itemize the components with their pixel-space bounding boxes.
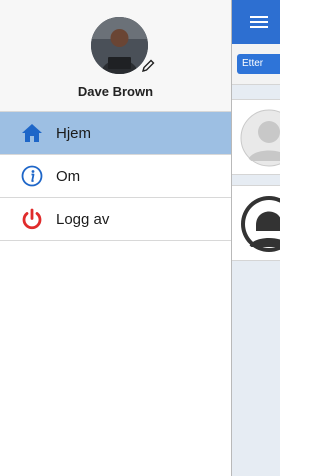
top-bar: [232, 0, 280, 44]
filter-row: Etter: [232, 44, 280, 85]
menu-item-label: Hjem: [56, 124, 92, 142]
menu-item-label: Om: [56, 167, 81, 185]
profile-name: Dave Brown: [77, 84, 154, 99]
profile-header: Dave Brown: [0, 0, 231, 112]
info-icon: [21, 165, 43, 187]
home-icon: [21, 122, 43, 144]
edit-profile-pencil-icon[interactable]: [140, 58, 156, 74]
list-item[interactable]: [232, 185, 280, 261]
hamburger-menu-icon[interactable]: [250, 16, 268, 28]
navigation-drawer: Dave Brown Hjem Om Logg av: [0, 0, 232, 476]
placeholder-avatar: [240, 195, 280, 253]
main-content: Etter: [232, 0, 280, 476]
menu-item-label: Logg av: [56, 210, 110, 228]
menu-item-logout[interactable]: Logg av: [0, 198, 231, 241]
menu-item-home[interactable]: Hjem: [0, 112, 231, 155]
power-icon: [21, 208, 43, 230]
menu-item-about[interactable]: Om: [0, 155, 231, 198]
placeholder-avatar: [240, 109, 280, 167]
list-item[interactable]: [232, 99, 280, 175]
filter-button[interactable]: Etter: [237, 54, 280, 74]
drawer-menu: Hjem Om Logg av: [0, 112, 231, 241]
